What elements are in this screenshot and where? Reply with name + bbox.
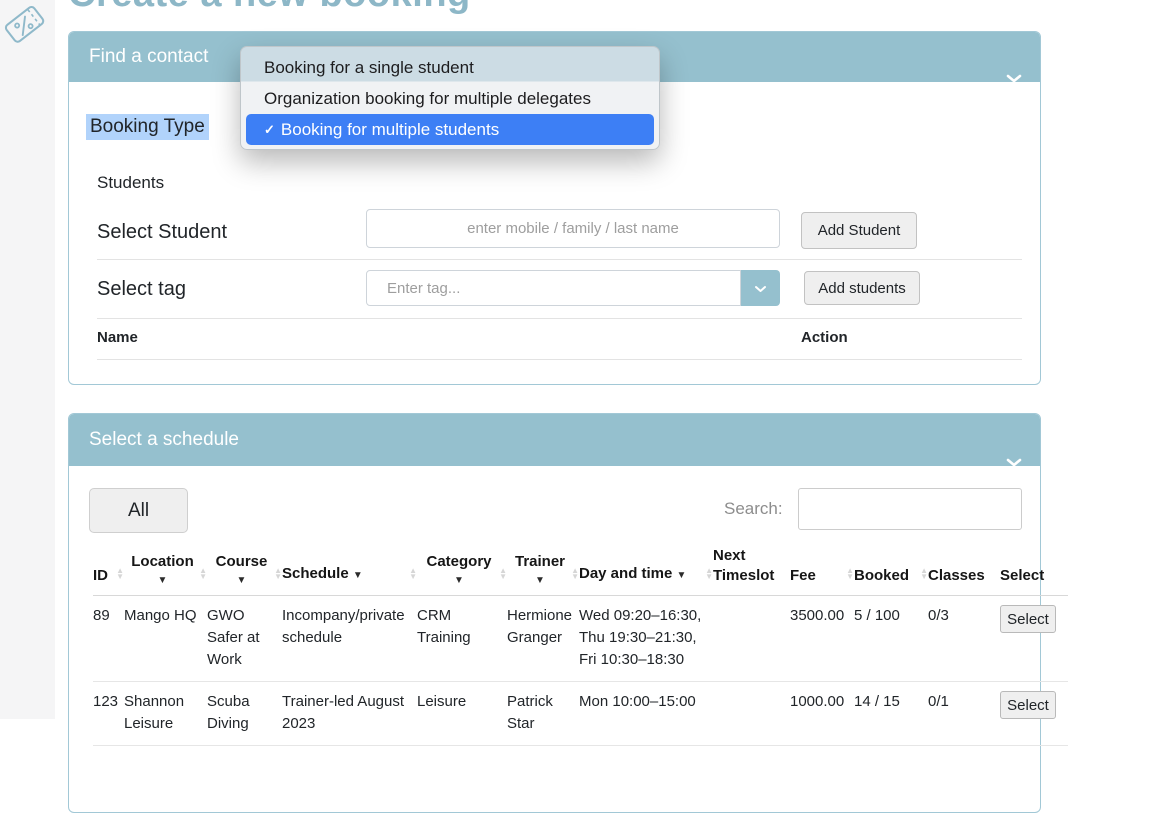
- cell-course: GWO Safer at Work: [207, 596, 282, 682]
- cell-category: CRM Training: [417, 596, 507, 682]
- booking-type-dropdown-menu: Booking for a single student Organizatio…: [240, 46, 660, 150]
- col-header-trainer[interactable]: Trainer ▼ ▲▼: [507, 546, 579, 596]
- sort-icon[interactable]: ▲▼: [846, 568, 854, 580]
- select-tag-label: Select tag: [97, 278, 186, 301]
- cell-fee: 1000.00: [790, 682, 854, 746]
- schedule-table: ID ▲▼ Location ▼ ▲▼ Course ▼ ▲▼ Schedule…: [93, 546, 1068, 746]
- cell-trainer: Hermione Granger: [507, 596, 579, 682]
- col-header-classes[interactable]: Classes: [928, 546, 1000, 596]
- cell-id: 89: [93, 596, 124, 682]
- cell-location: Mango HQ: [124, 596, 207, 682]
- cell-location: Shannon Leisure: [124, 682, 207, 746]
- select-schedule-panel: Select a schedule All Search: ID ▲▼ Loca…: [68, 413, 1041, 813]
- sort-icon[interactable]: ▲▼: [116, 568, 124, 580]
- filter-caret-icon[interactable]: ▼: [507, 576, 573, 586]
- chevron-down-icon[interactable]: [1006, 53, 1022, 103]
- col-header-category[interactable]: Category ▼ ▲▼: [417, 546, 507, 596]
- cell-classes: 0/1: [928, 682, 1000, 746]
- select-student-label: Select Student: [97, 221, 227, 244]
- sort-icon[interactable]: ▲▼: [274, 568, 282, 580]
- cell-schedule: Trainer-led August 2023: [282, 682, 417, 746]
- select-schedule-header-label: Select a schedule: [89, 429, 239, 450]
- dropdown-option-organization[interactable]: Organization booking for multiple delega…: [241, 83, 659, 114]
- cell-fee: 3500.00: [790, 596, 854, 682]
- student-search-input[interactable]: [366, 209, 780, 248]
- cell-booked: 5 / 100: [854, 596, 928, 682]
- cell-course: Scuba Diving: [207, 682, 282, 746]
- left-sidebar: [0, 0, 55, 719]
- cell-classes: 0/3: [928, 596, 1000, 682]
- tag-input[interactable]: [366, 270, 741, 306]
- filter-caret-icon[interactable]: ▼: [207, 576, 276, 586]
- checkmark-icon: ✓: [264, 114, 275, 145]
- sort-icon[interactable]: ▲▼: [409, 568, 417, 580]
- cell-day-and-time: Wed 09:20–16:30, Thu 19:30–21:30, Fri 10…: [579, 596, 713, 682]
- students-list-name-header: Name: [97, 329, 138, 346]
- cell-schedule: Incompany/private schedule: [282, 596, 417, 682]
- add-students-button[interactable]: Add students: [804, 271, 920, 305]
- col-header-fee[interactable]: Fee ▲▼: [790, 546, 854, 596]
- col-header-day-and-time[interactable]: Day and time ▼ ▲▼: [579, 546, 713, 596]
- sort-icon[interactable]: ▲▼: [199, 568, 207, 580]
- filter-caret-icon[interactable]: ▼: [124, 576, 201, 586]
- sort-icon[interactable]: ▲▼: [705, 568, 713, 580]
- booking-type-label: Booking Type: [86, 114, 209, 140]
- dropdown-option-label: Booking for multiple students: [281, 114, 499, 145]
- all-filter-button[interactable]: All: [89, 488, 188, 533]
- cell-next-timeslot: [713, 682, 790, 746]
- students-list-action-header: Action: [801, 329, 848, 346]
- schedule-table-header-row: ID ▲▼ Location ▼ ▲▼ Course ▼ ▲▼ Schedule…: [93, 546, 1068, 596]
- filter-caret-icon[interactable]: ▼: [417, 576, 501, 586]
- col-header-next-timeslot[interactable]: Next Timeslot: [713, 546, 790, 596]
- filter-caret-icon[interactable]: ▼: [353, 570, 363, 581]
- sort-icon[interactable]: ▲▼: [499, 568, 507, 580]
- add-student-button[interactable]: Add Student: [801, 212, 917, 249]
- chevron-down-icon: [754, 285, 767, 293]
- divider: [97, 259, 1022, 260]
- sort-icon[interactable]: ▲▼: [571, 568, 579, 580]
- col-header-course[interactable]: Course ▼ ▲▼: [207, 546, 282, 596]
- discount-ticket-icon[interactable]: [1, 2, 52, 53]
- filter-caret-icon[interactable]: ▼: [677, 570, 687, 581]
- col-header-id[interactable]: ID ▲▼: [93, 546, 124, 596]
- col-header-booked[interactable]: Booked ▲▼: [854, 546, 928, 596]
- schedule-row: 89 Mango HQ GWO Safer at Work Incompany/…: [93, 596, 1068, 682]
- divider: [97, 318, 1022, 319]
- cell-category: Leisure: [417, 682, 507, 746]
- select-schedule-button[interactable]: Select: [1000, 691, 1056, 719]
- cell-id: 123: [93, 682, 124, 746]
- schedule-row: 123 Shannon Leisure Scuba Diving Trainer…: [93, 682, 1068, 746]
- col-header-schedule[interactable]: Schedule ▼ ▲▼: [282, 546, 417, 596]
- page-title: Create a new booking: [68, 0, 471, 16]
- dropdown-option-single-student[interactable]: Booking for a single student: [241, 52, 659, 83]
- tag-dropdown-button[interactable]: [741, 270, 780, 306]
- divider: [97, 359, 1022, 360]
- cell-booked: 14 / 15: [854, 682, 928, 746]
- chevron-down-icon[interactable]: [1006, 436, 1022, 488]
- find-contact-header-label: Find a contact: [89, 46, 208, 67]
- cell-day-and-time: Mon 10:00–15:00: [579, 682, 713, 746]
- cell-trainer: Patrick Star: [507, 682, 579, 746]
- dropdown-option-multiple-students-selected[interactable]: ✓ Booking for multiple students: [246, 114, 654, 145]
- students-section-label: Students: [97, 173, 164, 193]
- cell-next-timeslot: [713, 596, 790, 682]
- col-header-location[interactable]: Location ▼ ▲▼: [124, 546, 207, 596]
- search-label: Search:: [724, 499, 783, 519]
- search-input[interactable]: [798, 488, 1022, 530]
- col-header-select: Select: [1000, 546, 1068, 596]
- select-schedule-button[interactable]: Select: [1000, 605, 1056, 633]
- sort-icon[interactable]: ▲▼: [920, 568, 928, 580]
- select-schedule-header[interactable]: Select a schedule: [69, 414, 1040, 466]
